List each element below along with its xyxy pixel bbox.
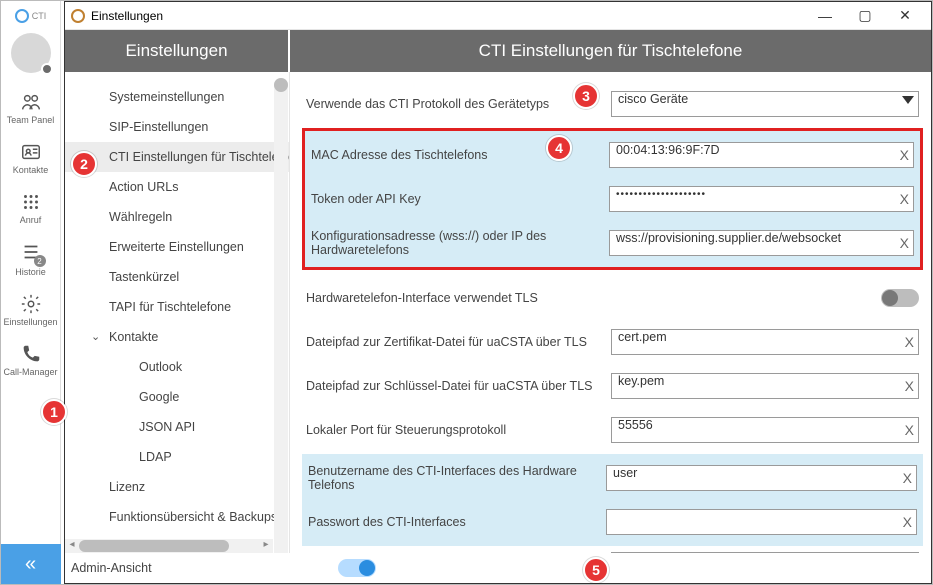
presence-indicator xyxy=(41,63,53,75)
tls-label: Hardwaretelefon-Interface verwendet TLS xyxy=(306,291,601,305)
config-addr-input[interactable]: wss://provisioning.supplier.de/websocket… xyxy=(609,230,914,256)
cti-user-label: Benutzername des CTI-Interfaces des Hard… xyxy=(308,464,596,492)
clear-icon[interactable]: X xyxy=(900,189,909,209)
key-label: Dateipfad zur Schlüssel-Datei für uaCSTA… xyxy=(306,379,601,393)
nav-contacts-ldap[interactable]: LDAP xyxy=(65,442,289,472)
nav-contacts-google[interactable]: Google xyxy=(65,382,289,412)
rail-contacts[interactable]: Kontakte xyxy=(1,133,61,183)
brand-icon xyxy=(15,9,29,23)
caret-down-icon xyxy=(902,96,914,104)
nav-contacts[interactable]: ⌄ Kontakte xyxy=(65,322,289,352)
history-badge: 2 xyxy=(34,255,46,267)
nav-features-backup[interactable]: Funktionsübersicht & Backups xyxy=(65,502,289,532)
cti-pass-input[interactable]: X xyxy=(606,509,917,535)
protocol-label: Verwende das CTI Protokoll des Gerätetyp… xyxy=(306,97,601,111)
nav-cti-deskphone[interactable]: CTI Einstellungen für Tischtelefone xyxy=(65,142,289,172)
settings-window: Einstellungen — ▢ ✕ Einstellungen CTI Ei… xyxy=(64,1,932,584)
nav-hscroll[interactable]: ◂ ▸ xyxy=(65,539,273,553)
window-close[interactable]: ✕ xyxy=(885,7,925,24)
brand-label: CTI xyxy=(32,11,47,21)
app-rail: CTI Team Panel Kontakte Anruf 2 Historie xyxy=(1,1,61,584)
nav-system[interactable]: Systemeinstellungen xyxy=(65,82,289,112)
nav-license[interactable]: Lizenz xyxy=(65,472,289,502)
nav-tapi[interactable]: TAPI für Tischtelefone xyxy=(65,292,289,322)
token-label: Token oder API Key xyxy=(311,192,599,206)
rail-call-manager[interactable]: Call-Manager xyxy=(1,335,61,385)
tls-toggle[interactable] xyxy=(881,289,919,307)
nav-scrollbar[interactable] xyxy=(274,78,288,553)
form-header: CTI Einstellungen für Tischtelefone xyxy=(290,30,931,72)
brand: CTI xyxy=(15,9,47,23)
clear-icon[interactable]: X xyxy=(903,512,912,532)
mac-label: MAC Adresse des Tischtelefons xyxy=(311,148,599,162)
contact-card-icon xyxy=(20,141,42,163)
gear-icon xyxy=(20,293,42,315)
app-icon xyxy=(71,9,85,23)
nav-header: Einstellungen xyxy=(65,30,290,72)
cert-input[interactable]: cert.pem X xyxy=(611,329,919,355)
nav-contacts-json[interactable]: JSON API xyxy=(65,412,289,442)
clear-icon[interactable]: X xyxy=(905,332,914,352)
settings-footer: Admin-Ansicht xyxy=(65,553,931,583)
cert-label: Dateipfad zur Zertifikat-Datei für uaCST… xyxy=(306,335,601,349)
nav-shortcuts[interactable]: Tastenkürzel xyxy=(65,262,289,292)
rail-collapse[interactable]: « xyxy=(1,544,61,584)
window-maximize[interactable]: ▢ xyxy=(845,7,885,24)
protocol-select[interactable]: cisco Geräte xyxy=(611,91,919,117)
chevron-left-icon: « xyxy=(25,553,36,576)
rail-history[interactable]: 2 Historie xyxy=(1,233,61,285)
rail-team-panel[interactable]: Team Panel xyxy=(1,83,61,133)
settings-form: Verwende das CTI Protokoll des Gerätetyp… xyxy=(290,72,931,553)
settings-nav: Systemeinstellungen SIP-Einstellungen CT… xyxy=(65,72,290,553)
window-titlebar: Einstellungen — ▢ ✕ xyxy=(65,2,931,30)
avatar[interactable] xyxy=(11,33,51,73)
clear-icon[interactable]: X xyxy=(905,420,914,440)
nav-sip[interactable]: SIP-Einstellungen xyxy=(65,112,289,142)
highlighted-group: MAC Adresse des Tischtelefons 00:04:13:9… xyxy=(302,128,923,270)
admin-view-label: Admin-Ansicht xyxy=(71,561,152,575)
nav-dial-rules[interactable]: Wählregeln xyxy=(65,202,289,232)
clear-icon[interactable]: X xyxy=(900,145,909,165)
port-input[interactable]: 55556 X xyxy=(611,417,919,443)
cti-pass-label: Passwort des CTI-Interfaces xyxy=(308,515,596,529)
chevron-down-icon: ⌄ xyxy=(91,330,100,343)
clear-icon[interactable]: X xyxy=(905,376,914,396)
key-input[interactable]: key.pem X xyxy=(611,373,919,399)
clear-icon[interactable]: X xyxy=(900,233,909,253)
clear-icon[interactable]: X xyxy=(903,468,912,488)
admin-view-toggle[interactable] xyxy=(338,559,376,577)
window-minimize[interactable]: — xyxy=(805,8,845,24)
nav-contacts-outlook[interactable]: Outlook xyxy=(65,352,289,382)
mac-input[interactable]: 00:04:13:96:9F:7D X xyxy=(609,142,914,168)
team-icon xyxy=(20,91,42,113)
dialpad-icon xyxy=(20,191,42,213)
window-title: Einstellungen xyxy=(91,9,163,23)
credentials-group: Benutzername des CTI-Interfaces des Hard… xyxy=(302,454,923,546)
token-input[interactable]: •••••••••••••••••••• X xyxy=(609,186,914,212)
cti-user-input[interactable]: user X xyxy=(606,465,917,491)
port-label: Lokaler Port für Steuerungsprotokoll xyxy=(306,423,601,437)
rail-settings[interactable]: Einstellungen xyxy=(1,285,61,335)
config-addr-label: Konfigurationsadresse (wss://) oder IP d… xyxy=(311,229,599,257)
rail-call[interactable]: Anruf xyxy=(1,183,61,233)
panel-headers: Einstellungen CTI Einstellungen für Tisc… xyxy=(65,30,931,72)
nav-advanced[interactable]: Erweiterte Einstellungen xyxy=(65,232,289,262)
nav-action-urls[interactable]: Action URLs xyxy=(65,172,289,202)
phone-icon xyxy=(20,343,42,365)
